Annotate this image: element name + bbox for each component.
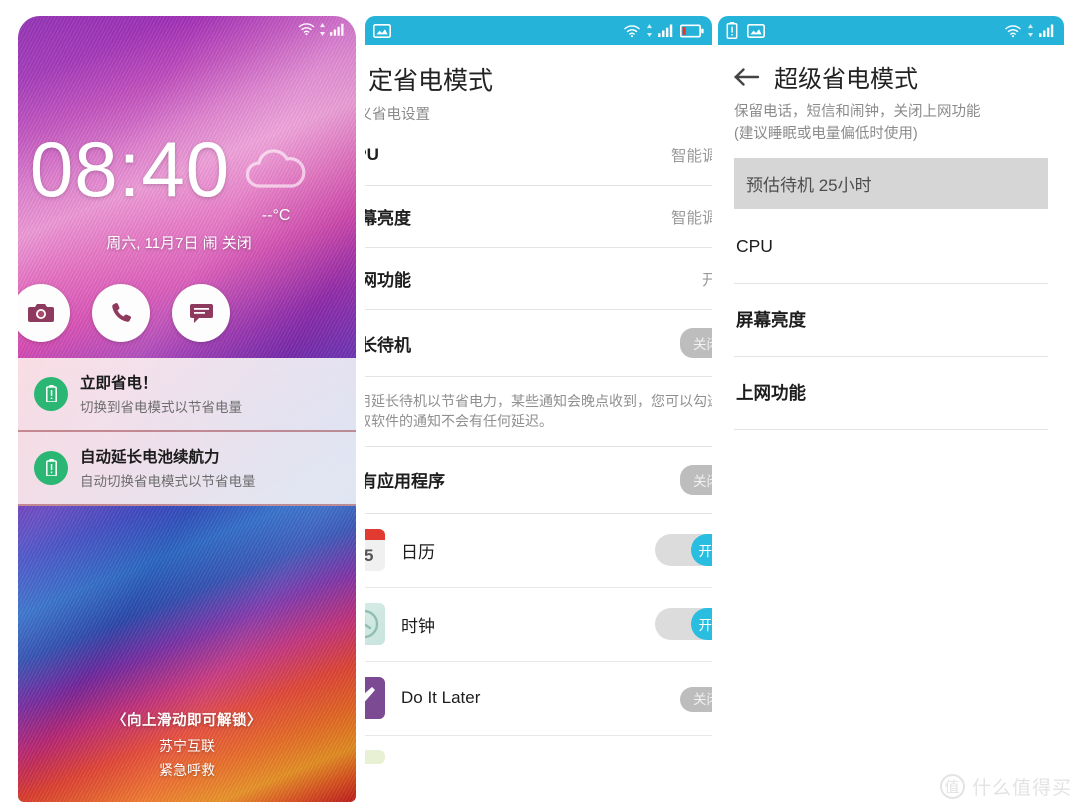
app-toggle[interactable]: 关闭 (680, 686, 712, 712)
message-icon (189, 303, 213, 323)
toggle-label: 关闭 (680, 686, 712, 712)
lockscreen-temperature: --°C (261, 207, 291, 224)
app-name: Do It Later (401, 688, 481, 708)
data-arrows-icon (1027, 24, 1034, 37)
setting-row-standby[interactable]: 延长待机 关闭 (365, 310, 712, 377)
battery-alert-icon (34, 450, 68, 485)
app-toggle[interactable]: 开启 (655, 534, 712, 567)
row-value: 智能调节 (670, 209, 712, 227)
phone-shortcut[interactable] (92, 284, 150, 342)
lockscreen-panel: 08:40 --°C 周六, 11月7日 闹 关闭 立即省电！ 切换到省电模式以… (18, 16, 356, 802)
row-label: 延长待机 (365, 335, 411, 355)
wifi-icon (298, 23, 315, 36)
app-row-clock[interactable]: 时钟 开启 (365, 588, 712, 662)
setting-row-all-apps[interactable]: 所有应用程序 关闭 (365, 447, 712, 514)
emergency-call-label[interactable]: 紧急呼救 (18, 760, 356, 780)
data-arrows-icon (319, 22, 326, 36)
doitlater-icon (365, 677, 385, 720)
page-title: 自定省电模式 (365, 67, 494, 95)
page-title: 超级省电模式 (774, 66, 918, 93)
signal-icon (1039, 24, 1054, 37)
row-value: 开启 (701, 271, 712, 289)
row-value: 智能调节 (670, 147, 712, 165)
setting-row-network[interactable]: 上网功能 开启 (365, 248, 712, 310)
watermark: 值 什么值得买 (939, 773, 1072, 800)
lockscreen-weather: --°C (242, 146, 310, 225)
app-icon-partial (365, 749, 385, 764)
lockscreen-clock-row: 08:40 --°C (18, 125, 356, 225)
app-name: 时钟 (401, 616, 435, 636)
notification-item[interactable]: 自动延长电池续航力 自动切换省电模式以节省电量 (18, 432, 356, 506)
app-row-doitlater[interactable]: Do It Later 关闭 (365, 662, 712, 736)
watermark-logo: 值 (939, 774, 965, 799)
setting-row-cpu[interactable]: CPU (734, 211, 1048, 284)
screenshot-icon (747, 23, 765, 38)
row-label: 屏幕亮度 (736, 310, 806, 330)
super-power-saving-panel: 超级省电模式 保留电话，短信和闹钟，关闭上网功能 (建议睡眠或电量偏低时使用) … (718, 16, 1064, 806)
page-description: 保留电话，短信和闹钟，关闭上网功能 (建议睡眠或电量偏低时使用) (734, 104, 981, 142)
super-power-saving-content: 超级省电模式 保留电话，短信和闹钟，关闭上网功能 (建议睡眠或电量偏低时使用) … (718, 45, 1064, 430)
clock-icon (365, 603, 385, 646)
camera-shortcut[interactable] (18, 284, 70, 342)
setting-row-network[interactable]: 上网功能 (734, 357, 1048, 430)
app-row-calendar[interactable]: 25 日历 开启 (365, 514, 712, 588)
app-name: 日历 (401, 542, 435, 562)
row-label: CPU (736, 236, 773, 256)
calendar-icon: 25 (365, 529, 385, 572)
custom-power-saving-panel: 自定省电模式 定义省电设置 CPU 智能调节 屏幕亮度 智能调节 上网功能 开启… (365, 16, 712, 806)
cloud-icon (246, 149, 306, 188)
toggle-knob: 开启 (691, 608, 712, 641)
screenshot-icon (373, 23, 391, 38)
setting-row-brightness[interactable]: 屏幕亮度 (734, 284, 1048, 357)
page-subtitle: 定义省电设置 (365, 107, 430, 123)
watermark-text: 什么值得买 (971, 778, 1072, 799)
arrow-left-icon[interactable] (734, 67, 760, 87)
notification-title: 自动延长电池续航力 (80, 449, 220, 466)
lockscreen-footer: 〈向上滑动即可解锁〉 苏宁互联 紧急呼救 (18, 709, 356, 780)
lockscreen-notifications: 立即省电！ 切换到省电模式以节省电量 自动延长电池续航力 自动切换省电模式以节省… (18, 358, 356, 506)
signal-icon (330, 23, 344, 36)
notification-subtitle: 自动切换省电模式以节省电量 (80, 474, 256, 489)
row-label: 上网功能 (365, 271, 411, 290)
app-toggle[interactable]: 开启 (655, 608, 712, 641)
phone-icon (112, 303, 131, 322)
row-label: 屏幕亮度 (365, 209, 411, 228)
row-label: CPU (365, 144, 379, 164)
standby-estimate: 预估待机 25小时 (734, 157, 1048, 209)
status-bar (365, 16, 712, 45)
setting-row-cpu[interactable]: CPU 智能调节 (365, 124, 712, 186)
signal-icon (658, 24, 673, 37)
screenshot-canvas: 08:40 --°C 周六, 11月7日 闹 关闭 立即省电！ 切换到省电模式以… (0, 0, 1080, 810)
custom-power-saving-content: 自定省电模式 定义省电设置 CPU 智能调节 屏幕亮度 智能调节 上网功能 开启… (365, 45, 712, 778)
unlock-hint[interactable]: 〈向上滑动即可解锁〉 (18, 709, 356, 730)
notification-title: 立即省电！ (80, 375, 158, 392)
lockscreen-shortcuts (18, 284, 230, 342)
lockscreen-date: 周六, 11月7日 闹 关闭 (106, 235, 252, 252)
setting-row-brightness[interactable]: 屏幕亮度 智能调节 (365, 186, 712, 248)
status-bar (718, 16, 1064, 45)
battery-alert-icon (34, 376, 68, 411)
notification-subtitle: 切换到省电模式以节省电量 (80, 400, 242, 415)
status-badge[interactable]: 关闭 (680, 464, 712, 495)
battery-alert-icon (726, 22, 738, 39)
message-shortcut[interactable] (172, 284, 230, 342)
carrier-label: 苏宁互联 (159, 738, 215, 754)
status-badge[interactable]: 关闭 (680, 328, 712, 358)
data-arrows-icon (646, 24, 653, 37)
row-label: 上网功能 (736, 383, 806, 403)
standby-note: 启用延长待机以节省电力，某些通知会晚点收到，您可以勾选取取软件的通知不会有任何延… (365, 377, 712, 447)
camera-icon (28, 304, 54, 322)
wifi-icon (1005, 24, 1021, 37)
row-label: 所有应用程序 (365, 472, 445, 492)
app-row-partial[interactable] (365, 736, 712, 778)
lockscreen-status-bar (298, 22, 346, 36)
wifi-icon (624, 24, 640, 37)
lockscreen-time: 08:40 (29, 125, 231, 213)
toggle-knob: 开启 (691, 534, 712, 567)
battery-low-icon (680, 23, 704, 38)
notification-item[interactable]: 立即省电！ 切换到省电模式以节省电量 (18, 358, 356, 432)
